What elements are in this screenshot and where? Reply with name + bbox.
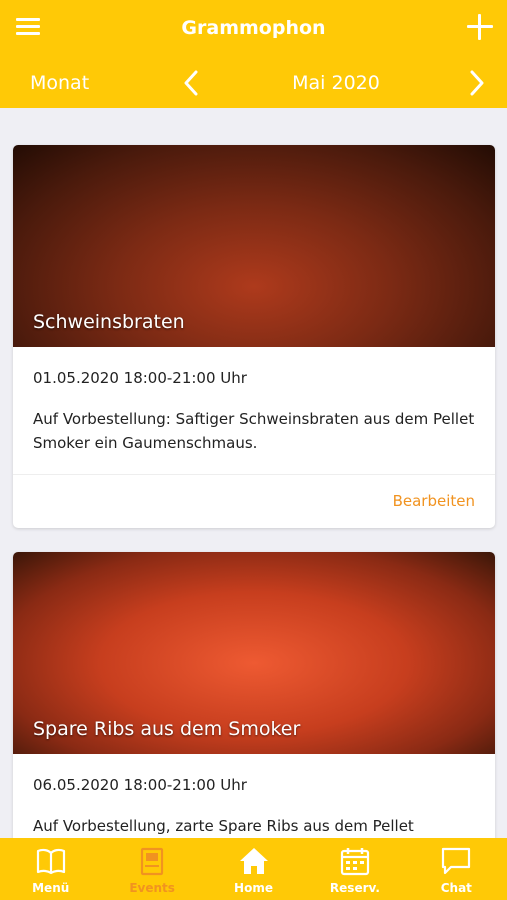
event-date: 01.05.2020 18:00-21:00 Uhr [33, 369, 247, 387]
app-header: Grammophon Monat Mai 2020 [0, 0, 507, 108]
tab-reservations[interactable]: Reserv. [304, 838, 405, 900]
tab-label: Home [234, 881, 273, 895]
event-list[interactable]: Schweinsbraten 01.05.2020 18:00-21:00 Uh… [0, 108, 507, 838]
edit-button[interactable]: Bearbeiten [393, 492, 475, 510]
tab-chat[interactable]: Chat [406, 838, 507, 900]
event-date: 06.05.2020 18:00-21:00 Uhr [33, 776, 247, 794]
card-actions: Bearbeiten [13, 474, 495, 528]
event-card[interactable]: Spare Ribs aus dem Smoker 06.05.2020 18:… [13, 552, 495, 838]
tab-menu[interactable]: Menü [0, 838, 101, 900]
tab-label: Events [129, 881, 175, 895]
tab-label: Chat [440, 881, 472, 895]
event-title: Spare Ribs aus dem Smoker [33, 718, 301, 740]
book-icon [36, 848, 65, 875]
event-card[interactable]: Schweinsbraten 01.05.2020 18:00-21:00 Uh… [13, 145, 495, 528]
calendar-icon [340, 848, 370, 876]
month-label: Monat [30, 72, 90, 94]
event-image: Schweinsbraten [13, 145, 495, 347]
event-image: Spare Ribs aus dem Smoker [13, 552, 495, 754]
tab-label: Menü [32, 881, 70, 895]
chat-icon [442, 847, 471, 875]
event-description: Auf Vorbestellung: Saftiger Schweinsbrat… [33, 410, 475, 452]
current-month: Mai 2020 [292, 72, 380, 94]
event-description: Auf Vorbestellung, zarte Spare Ribs aus … [33, 817, 414, 835]
app-title: Grammophon [181, 17, 326, 39]
tab-label: Reserv. [329, 881, 380, 895]
home-icon [239, 848, 268, 874]
event-title: Schweinsbraten [33, 311, 185, 333]
tab-events[interactable]: Events [101, 838, 202, 900]
events-icon [141, 847, 164, 876]
tab-bar: Menü Events Home Reserv. Chat [0, 838, 507, 900]
chevron-right-icon[interactable] [467, 70, 487, 96]
add-event-icon[interactable] [467, 14, 493, 40]
chevron-left-icon[interactable] [181, 70, 201, 96]
tab-home[interactable]: Home [203, 838, 304, 900]
